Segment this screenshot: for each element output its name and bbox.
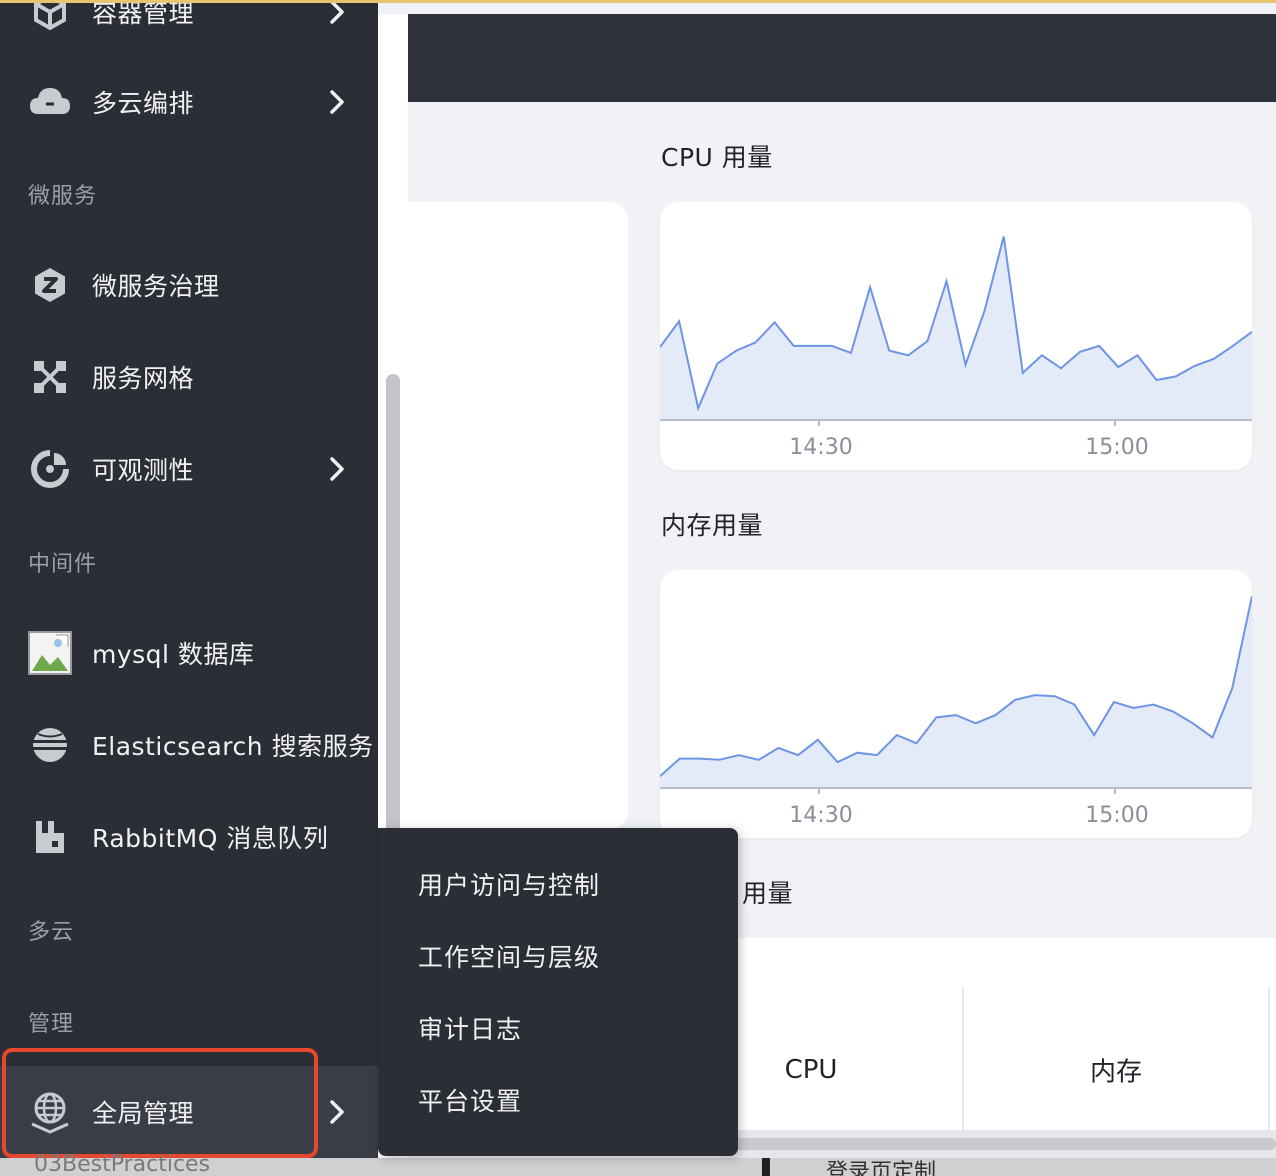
observability-icon [28, 447, 72, 491]
x-tick-label: 14:30 [789, 435, 852, 460]
memory-chart-title: 内存用量 [661, 511, 764, 540]
broken-image-icon [28, 631, 72, 675]
global-management-submenu: 用户访问与控制 工作空间与层级 审计日志 平台设置 [378, 828, 738, 1156]
submenu-item-audit-log[interactable]: 审计日志 [418, 1010, 522, 1046]
rabbitmq-icon [28, 815, 72, 859]
cpu-chart-card: 14:30 15:00 [660, 202, 1252, 470]
section-title-multicloud: 多云 [28, 920, 75, 945]
container-icon [28, 0, 72, 34]
sidebar-item-label: 多云编排 [92, 89, 195, 118]
table-header-cpu: CPU [784, 1055, 838, 1085]
sidebar-item-observability[interactable]: 可观测性 [0, 433, 378, 505]
chevron-right-icon [330, 457, 344, 481]
sidebar-item-multicloud[interactable]: 多云编排 [0, 66, 378, 138]
submenu-item-user-access-control[interactable]: 用户访问与控制 [418, 866, 600, 902]
memory-usage-chart: 14:30 15:00 [660, 595, 1252, 828]
sidebar-item-mysql[interactable]: mysql 数据库 [0, 617, 378, 689]
sidebar-item-elasticsearch[interactable]: Elasticsearch 搜索服务 [0, 709, 378, 781]
section-title-microservices: 微服务 [28, 184, 98, 209]
chevron-right-icon [330, 1100, 344, 1124]
chevron-right-icon [330, 0, 344, 24]
sidebar-item-label: mysql 数据库 [92, 640, 255, 669]
sidebar-item-label: Elasticsearch 搜索服务 [92, 732, 374, 761]
table-divider [962, 986, 964, 1130]
sidebar-item-microservice-governance[interactable]: 微服务治理 [0, 249, 378, 321]
overview-card [408, 202, 628, 830]
sidebar-item-label: 可观测性 [92, 456, 195, 485]
background-folder-label: 03BestPractices [34, 1152, 211, 1176]
microservice-icon [28, 263, 72, 307]
x-tick-label: 15:00 [1085, 803, 1148, 828]
table-horizontal-scrollbar[interactable] [720, 1130, 1276, 1158]
sidebar-scrollbar-thumb[interactable] [386, 374, 400, 834]
x-tick-label: 14:30 [789, 803, 852, 828]
table-scrollbar-thumb[interactable] [730, 1138, 1276, 1150]
memory-chart-card: 14:30 15:00 [660, 570, 1252, 838]
table-divider [1268, 986, 1270, 1130]
cloud-icon [28, 80, 72, 124]
sidebar: 容器管理 多云编排 微服务 微服务治理 服务网格 可观测性 中间件 mysql [0, 0, 378, 1176]
background-window-strip: 03BestPractices 登录页定制 [0, 1152, 1276, 1176]
resource-table: CPU 内存 [720, 938, 1276, 1130]
background-heading: 登录页定制 [826, 1160, 937, 1176]
sidebar-item-label: 服务网格 [92, 364, 195, 393]
sidebar-item-label: 微服务治理 [92, 272, 220, 301]
section-title-management: 管理 [28, 1012, 75, 1037]
sidebar-item-label: 全局管理 [92, 1099, 195, 1128]
mesh-icon [28, 355, 72, 399]
submenu-item-workspace-hierarchy[interactable]: 工作空间与层级 [418, 938, 600, 974]
cpu-chart-title: CPU 用量 [661, 143, 773, 172]
sidebar-item-label: 容器管理 [92, 0, 195, 28]
cpu-usage-chart: 14:30 15:00 [660, 236, 1252, 460]
window-top-accent [0, 0, 1276, 3]
globe-icon [28, 1090, 72, 1134]
sidebar-item-global-management[interactable]: 全局管理 [0, 1076, 378, 1148]
chart-area-fill [660, 596, 1252, 788]
elasticsearch-icon [28, 723, 72, 767]
sidebar-item-label: RabbitMQ 消息队列 [92, 824, 329, 853]
sidebar-item-rabbitmq[interactable]: RabbitMQ 消息队列 [0, 801, 378, 873]
section-title-middleware: 中间件 [28, 552, 98, 577]
chevron-right-icon [330, 90, 344, 114]
table-header-memory: 内存 [1089, 1057, 1143, 1088]
submenu-item-platform-settings[interactable]: 平台设置 [418, 1082, 522, 1118]
x-tick-label: 15:00 [1085, 435, 1148, 460]
chart-area-fill [660, 236, 1252, 420]
sidebar-item-service-mesh[interactable]: 服务网格 [0, 341, 378, 413]
sidebar-item-container-management[interactable]: 容器管理 [0, 0, 378, 48]
background-divider [762, 1158, 770, 1176]
content-header [408, 14, 1276, 102]
third-chart-title: 用量 [742, 879, 794, 908]
